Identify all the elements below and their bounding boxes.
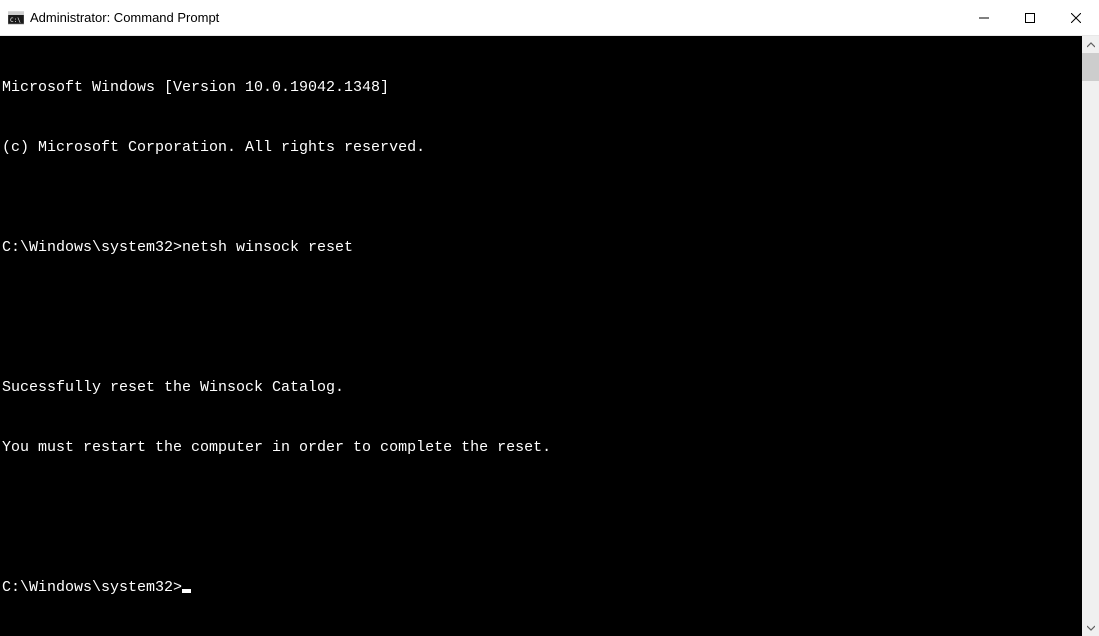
terminal-area: Microsoft Windows [Version 10.0.19042.13… (0, 36, 1099, 636)
scroll-thumb[interactable] (1082, 53, 1099, 81)
vertical-scrollbar[interactable] (1082, 36, 1099, 636)
terminal-line: (c) Microsoft Corporation. All rights re… (2, 138, 1082, 158)
terminal-line: Sucessfully reset the Winsock Catalog. (2, 378, 1082, 398)
window-title: Administrator: Command Prompt (30, 10, 219, 25)
scroll-down-button[interactable] (1082, 619, 1099, 636)
scroll-track[interactable] (1082, 53, 1099, 619)
window-titlebar: C:\ Administrator: Command Prompt (0, 0, 1099, 36)
cmd-icon: C:\ (8, 10, 24, 26)
terminal-line: Microsoft Windows [Version 10.0.19042.13… (2, 78, 1082, 98)
terminal-content[interactable]: Microsoft Windows [Version 10.0.19042.13… (0, 36, 1082, 636)
terminal-prompt-line: C:\Windows\system32> (2, 578, 1082, 598)
window-controls (961, 0, 1099, 35)
minimize-button[interactable] (961, 0, 1007, 36)
terminal-line: C:\Windows\system32>netsh winsock reset (2, 238, 1082, 258)
maximize-button[interactable] (1007, 0, 1053, 36)
cursor-icon (182, 589, 191, 593)
terminal-prompt: C:\Windows\system32> (2, 579, 182, 596)
svg-text:C:\: C:\ (10, 17, 21, 24)
close-button[interactable] (1053, 0, 1099, 36)
terminal-line: You must restart the computer in order t… (2, 438, 1082, 458)
titlebar-left: C:\ Administrator: Command Prompt (8, 10, 219, 26)
scroll-up-button[interactable] (1082, 36, 1099, 53)
